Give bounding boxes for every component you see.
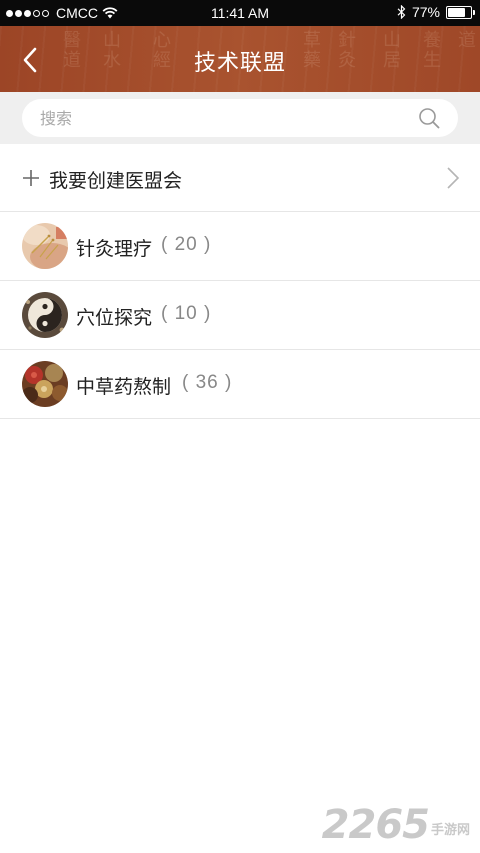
acupoint-image: [22, 292, 68, 338]
calligraphy-decoration: 道: [455, 30, 476, 50]
calligraphy-decoration: 針灸: [335, 30, 356, 70]
search-box[interactable]: [22, 99, 458, 137]
signal-dot: [24, 9, 31, 17]
battery-icon: [446, 5, 475, 19]
search-icon[interactable]: [418, 107, 440, 129]
calligraphy-decoration: 山水: [100, 30, 121, 70]
group-avatar: [22, 223, 68, 269]
battery-level: [448, 7, 465, 17]
status-right: 77%: [397, 4, 475, 20]
signal-strength-icon: [6, 9, 49, 17]
group-row-acupuncture[interactable]: 针灸理疗 ( 20 ): [0, 212, 480, 281]
back-button[interactable]: [10, 40, 50, 80]
group-name: 针灸理疗: [76, 238, 153, 260]
group-member-count: ( 20 ): [161, 234, 212, 255]
battery-percent: 77%: [411, 4, 440, 20]
watermark-text: 手游网: [430, 823, 470, 838]
group-avatar: [22, 292, 68, 338]
wifi-icon: [102, 7, 118, 19]
group-avatar: [22, 361, 68, 407]
calligraphy-decoration: 養生: [420, 30, 441, 70]
status-left: CMCC: [6, 5, 118, 21]
chevron-right-icon: [447, 167, 460, 189]
group-name: 中草药熬制: [76, 376, 172, 398]
signal-dot: [33, 9, 40, 17]
group-row-herbal-decoction[interactable]: 中草药熬制 ( 36 ): [0, 350, 480, 419]
plus-icon: [23, 170, 39, 186]
bluetooth-icon: [397, 5, 406, 19]
battery-cap: [473, 9, 475, 15]
signal-dot: [42, 9, 49, 17]
acupuncture-image: [22, 223, 68, 269]
watermark-logo: 2265 手游网: [322, 805, 470, 845]
group-row-acupoints[interactable]: 穴位探究 ( 10 ): [0, 281, 480, 350]
status-bar: CMCC 11:41 AM 77%: [0, 0, 480, 26]
carrier-name: CMCC: [56, 5, 98, 21]
calligraphy-decoration: 醫道: [60, 30, 81, 70]
group-member-count: ( 36 ): [182, 372, 233, 393]
chevron-left-icon: [23, 47, 37, 73]
create-alliance-label: 我要创建医盟会: [49, 170, 183, 192]
header-bar: 醫道 山水 心經 草藥 針灸 山居 養生 道 技术联盟: [0, 26, 480, 92]
calligraphy-decoration: 山居: [380, 30, 401, 70]
group-member-count: ( 10 ): [161, 303, 212, 324]
calligraphy-decoration: 草藥: [300, 30, 321, 70]
group-name: 穴位探究: [76, 307, 153, 329]
create-alliance-row[interactable]: 我要创建医盟会: [0, 144, 480, 212]
alliance-list: 我要创建医盟会 针灸理疗 ( 20 ) 穴位探究 (10) 中草药熬制 (…: [0, 144, 480, 419]
search-bar-container: [0, 92, 480, 144]
signal-dot: [15, 9, 22, 17]
signal-dot: [6, 9, 13, 17]
watermark-number: 2265: [321, 802, 430, 848]
calligraphy-decoration: 心經: [150, 30, 171, 70]
herbs-image: [22, 361, 68, 407]
search-input[interactable]: [40, 99, 410, 137]
